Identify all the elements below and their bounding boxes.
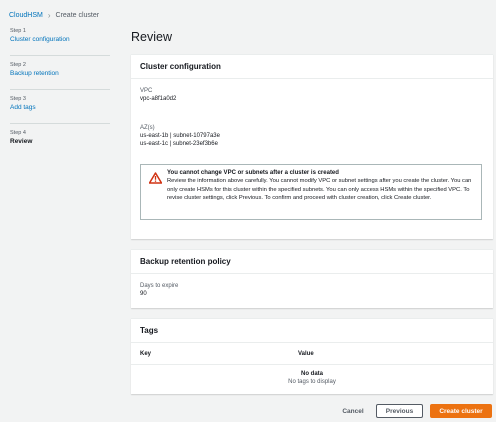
tags-panel: Tags Key Value No data No tags to displa…: [131, 318, 493, 394]
step-divider: [10, 123, 110, 124]
warning-icon: [149, 172, 162, 184]
step-number: Step 2: [10, 62, 26, 68]
cluster-configuration-panel: Cluster configuration VPC vpc-a8f1a0d2 A…: [131, 54, 493, 239]
wizard-step-4: Step 4 Review: [10, 130, 110, 145]
az-value-2: us-east-1c | subnet-23ef3b6e: [140, 141, 218, 147]
wizard-steps: Step 1 Cluster configuration Step 2 Back…: [10, 28, 110, 157]
breadcrumb: CloudHSM › Create cluster: [9, 11, 99, 20]
panel-title: Cluster configuration: [131, 55, 493, 79]
empty-title: No data: [300, 371, 323, 377]
vpc-value: vpc-a8f1a0d2: [140, 96, 177, 102]
vpc-label: VPC: [140, 88, 153, 94]
column-header-key: Key: [140, 350, 152, 357]
azs-label: AZ(s): [140, 125, 155, 131]
warning-body: Review the information above carefully. …: [167, 178, 472, 201]
wizard-step-1[interactable]: Step 1 Cluster configuration: [10, 28, 110, 43]
create-cluster-button[interactable]: Create cluster: [430, 404, 492, 418]
column-header-value: Value: [298, 350, 314, 357]
previous-button[interactable]: Previous: [376, 404, 423, 418]
step-number: Step 4: [10, 130, 26, 136]
backup-retention-panel: Backup retention policy Days to expire 9…: [131, 249, 493, 308]
breadcrumb-current: Create cluster: [55, 12, 100, 19]
wizard-step-2[interactable]: Step 2 Backup retention: [10, 62, 110, 77]
step-divider: [10, 89, 110, 90]
warning-title: You cannot change VPC or subnets after a…: [167, 170, 339, 176]
empty-subtitle: No tags to display: [288, 379, 336, 385]
step-link-add-tags[interactable]: Add tags: [10, 104, 110, 111]
step-link-cluster-configuration[interactable]: Cluster configuration: [10, 36, 110, 43]
days-to-expire-label: Days to expire: [140, 283, 179, 289]
step-divider: [10, 55, 110, 56]
panel-title: Backup retention policy: [131, 250, 493, 274]
page-title: Review: [131, 30, 172, 44]
warning-alert: You cannot change VPC or subnets after a…: [140, 164, 482, 220]
chevron-right-icon: ›: [47, 11, 51, 20]
breadcrumb-cloudhsm-link[interactable]: CloudHSM: [9, 12, 43, 19]
az-value-1: us-east-1b | subnet-10797a3e: [140, 133, 220, 139]
tags-empty-state: No data No tags to display: [131, 365, 493, 385]
panel-title: Tags: [131, 319, 493, 343]
cancel-button[interactable]: Cancel: [338, 404, 368, 418]
step-number: Step 3: [10, 96, 26, 102]
days-to-expire-value: 90: [140, 291, 147, 297]
step-current-review: Review: [10, 138, 33, 145]
step-number: Step 1: [10, 28, 26, 34]
step-link-backup-retention[interactable]: Backup retention: [10, 70, 110, 77]
tags-table-header: Key Value: [131, 343, 493, 365]
wizard-step-3[interactable]: Step 3 Add tags: [10, 96, 110, 111]
